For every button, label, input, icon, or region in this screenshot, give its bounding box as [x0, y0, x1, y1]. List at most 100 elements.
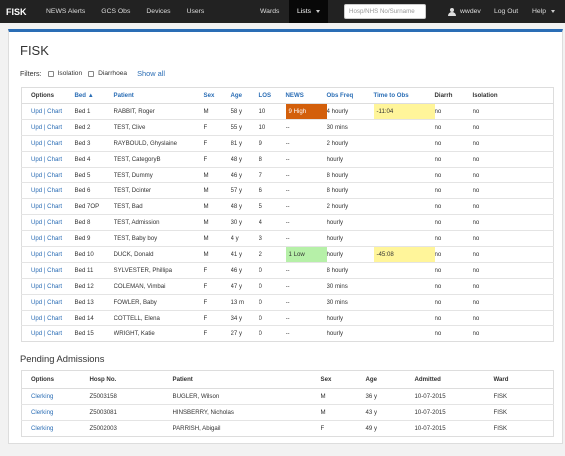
- col-los-sort[interactable]: LOS: [258, 87, 286, 104]
- cell-diarrh: no: [434, 230, 473, 247]
- adm-col-age: Age: [365, 370, 415, 389]
- update-link[interactable]: Upd: [31, 124, 42, 131]
- col-sex-sort[interactable]: Sex: [203, 87, 231, 104]
- cell-time-to-obs: -45:08: [373, 246, 435, 263]
- cell-los: 0: [258, 309, 286, 326]
- col-time-to-obs-sort[interactable]: Time to Obs: [373, 87, 435, 104]
- nav-wards[interactable]: Wards: [252, 0, 287, 23]
- cell-news: --: [285, 277, 327, 295]
- cell-sex: F: [203, 134, 231, 152]
- chart-link[interactable]: Chart: [47, 203, 62, 210]
- cell-los: 8: [258, 150, 286, 168]
- chart-link[interactable]: Chart: [47, 172, 62, 179]
- chart-link[interactable]: Chart: [47, 156, 62, 163]
- update-link[interactable]: Upd: [31, 156, 42, 163]
- help-dropdown[interactable]: Help: [524, 0, 563, 23]
- update-link[interactable]: Upd: [31, 315, 42, 322]
- update-link[interactable]: Upd: [31, 108, 42, 115]
- clerking-link[interactable]: Clerking: [31, 409, 53, 416]
- patients-table: Options Bed ▲ Patient Sex Age LOS NEWS O…: [21, 87, 554, 343]
- col-bed-sort[interactable]: Bed ▲: [74, 87, 114, 104]
- update-link[interactable]: Upd: [31, 187, 42, 194]
- chart-link[interactable]: Chart: [47, 140, 62, 147]
- chart-link[interactable]: Chart: [47, 330, 62, 337]
- chart-link[interactable]: Chart: [47, 235, 62, 242]
- update-link[interactable]: Upd: [31, 330, 42, 337]
- update-link[interactable]: Upd: [31, 172, 42, 179]
- update-link[interactable]: Upd: [31, 267, 42, 274]
- chart-link[interactable]: Chart: [47, 187, 62, 194]
- cell-obs-freq: 8 hourly: [326, 166, 374, 183]
- chart-link[interactable]: Chart: [47, 251, 62, 258]
- cell-age: 46 y: [230, 261, 259, 279]
- user-menu[interactable]: wwdev: [440, 0, 489, 23]
- cell-ward: FISK: [493, 419, 554, 437]
- nav-news-alerts[interactable]: NEWS Alerts: [38, 0, 93, 23]
- cell-bed: Bed 1: [74, 103, 114, 120]
- cell-diarrh: no: [434, 198, 473, 215]
- update-link[interactable]: Upd: [31, 203, 42, 210]
- cell-isolation: no: [472, 246, 554, 263]
- update-link[interactable]: Upd: [31, 299, 42, 306]
- table-row: Upd | Chart Bed 5 TEST, Dummy M 46 y 7 -- 8 hou…: [21, 166, 554, 183]
- cell-patient: WRIGHT, Katie: [113, 325, 204, 342]
- isolation-checkbox[interactable]: [47, 70, 54, 77]
- diarrhoea-checkbox[interactable]: [88, 70, 95, 77]
- cell-obs-freq: 30 mins: [326, 293, 374, 311]
- cell-patient: RAYBOULD, Ghyslaine: [113, 134, 204, 152]
- cell-obs-freq: hourly: [326, 150, 374, 168]
- cell-age: 27 y: [230, 325, 259, 342]
- col-patient-sort[interactable]: Patient: [113, 87, 204, 104]
- patients-header-row: Options Bed ▲ Patient Sex Age LOS NEWS O…: [21, 87, 554, 104]
- cell-diarrh: no: [434, 103, 473, 120]
- cell-patient: DUCK, Donald: [113, 246, 204, 263]
- cell-isolation: no: [472, 230, 554, 247]
- nav-devices[interactable]: Devices: [138, 0, 178, 23]
- cell-time-to-obs: [373, 198, 435, 215]
- chart-link[interactable]: Chart: [47, 124, 62, 131]
- logout-button[interactable]: Log Out: [486, 0, 526, 23]
- cell-bed: Bed 11: [74, 261, 114, 279]
- chevron-down-icon: [315, 10, 320, 13]
- update-link[interactable]: Upd: [31, 235, 42, 242]
- chart-link[interactable]: Chart: [47, 299, 62, 306]
- chart-link[interactable]: Chart: [47, 283, 62, 290]
- clerking-link[interactable]: Clerking: [31, 393, 53, 400]
- update-link[interactable]: Upd: [31, 219, 42, 226]
- cell-sex: M: [203, 198, 231, 215]
- row-options: Upd | Chart: [21, 246, 75, 263]
- row-options: Upd | Chart: [21, 198, 75, 215]
- chart-link[interactable]: Chart: [47, 219, 62, 226]
- cell-los: 5: [258, 198, 286, 215]
- update-link[interactable]: Upd: [31, 140, 42, 147]
- cell-patient: TEST, Bad: [113, 198, 204, 215]
- cell-los: 0: [258, 277, 286, 295]
- chart-link[interactable]: Chart: [47, 315, 62, 322]
- chart-link[interactable]: Chart: [47, 108, 62, 115]
- cell-isolation: no: [472, 118, 554, 136]
- col-age-sort[interactable]: Age: [230, 87, 259, 104]
- cell-diarrh: no: [434, 182, 473, 199]
- clerking-link[interactable]: Clerking: [31, 425, 53, 432]
- cell-admitted: 10-07-2015: [414, 388, 494, 405]
- table-row: Upd | Chart Bed 2 TEST, Clive F 55 y 10 -- 30 m…: [21, 118, 554, 136]
- patient-search-input[interactable]: [344, 4, 426, 19]
- pending-admissions-title: Pending Admissions: [20, 353, 105, 364]
- nav-lists-dropdown[interactable]: Lists: [289, 0, 328, 23]
- update-link[interactable]: Upd: [31, 251, 42, 258]
- col-obs-freq-sort[interactable]: Obs Freq: [326, 87, 374, 104]
- col-news-sort[interactable]: NEWS: [285, 87, 327, 104]
- cell-age: 48 y: [230, 198, 259, 215]
- table-row: Upd | Chart Bed 15 WRIGHT, Katie F 27 y 0 -- ho…: [21, 325, 554, 342]
- update-link[interactable]: Upd: [31, 283, 42, 290]
- cell-bed: Bed 10: [74, 246, 114, 263]
- brand-logo[interactable]: FISK: [0, 7, 38, 17]
- show-all-link[interactable]: Show all: [137, 69, 165, 78]
- nav-users[interactable]: Users: [179, 0, 213, 23]
- row-options: Upd | Chart: [21, 150, 75, 168]
- cell-sex: M: [203, 166, 231, 183]
- cell-patient: COLEMAN, Vimbai: [113, 277, 204, 295]
- nav-gcs-obs[interactable]: GCS Obs: [93, 0, 138, 23]
- chart-link[interactable]: Chart: [47, 267, 62, 274]
- cell-patient: TEST, CategoryB: [113, 150, 204, 168]
